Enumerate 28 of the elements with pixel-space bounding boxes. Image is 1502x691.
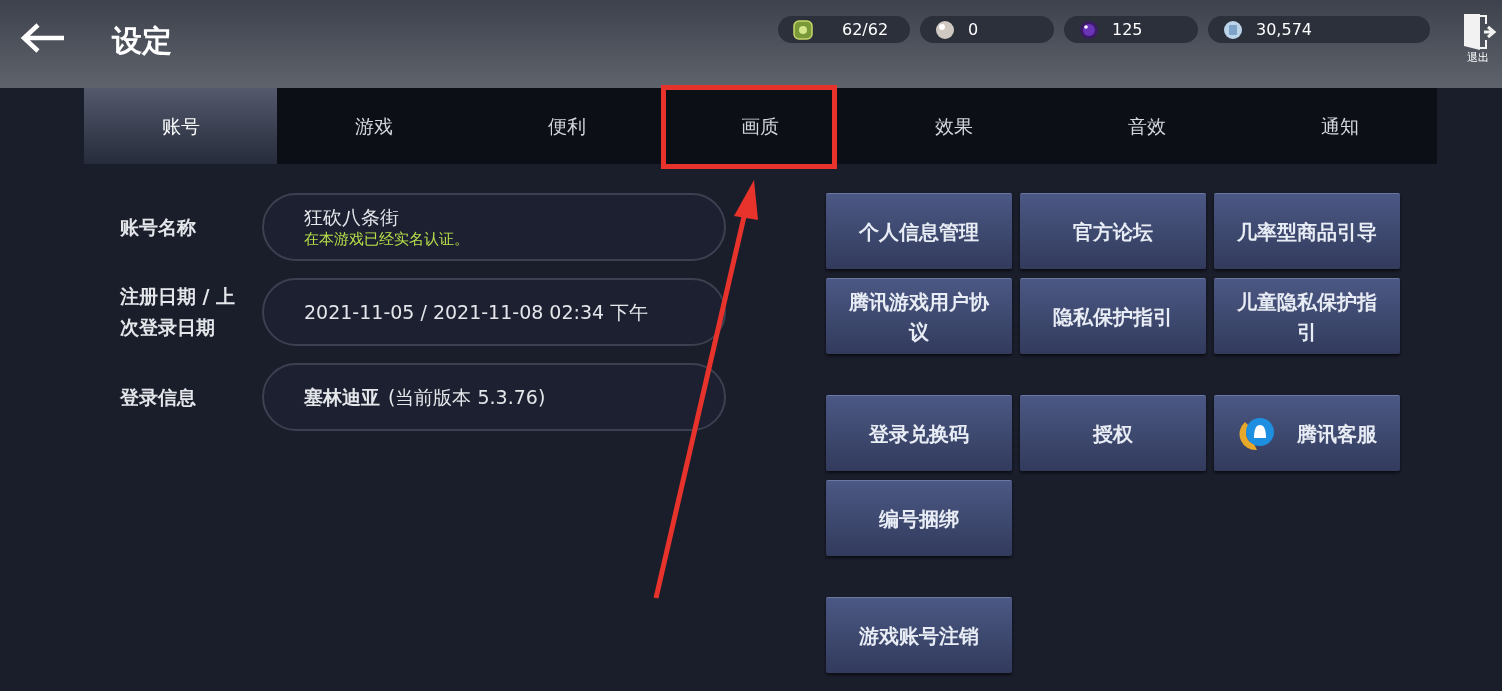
menu-button[interactable]: 官方论坛 [1020, 193, 1206, 269]
orb-icon [1078, 18, 1100, 41]
menu-button[interactable]: 腾讯游戏用户协议 [826, 278, 1012, 354]
menu-button[interactable]: 编号捆绑 [826, 480, 1012, 556]
currency-value: 30,574 [1256, 18, 1312, 41]
info-field: 狂砍八条街 在本游戏已经实名认证。 [262, 193, 726, 261]
currency-value: 125 [1112, 18, 1143, 41]
exit-button[interactable]: 退出 [1458, 12, 1498, 63]
back-icon[interactable] [20, 22, 66, 54]
info-field: 2021-11-05 / 2021-11-08 02:34 下午 [262, 278, 726, 346]
currency-value: 62/62 [842, 18, 889, 41]
menu-button[interactable]: 授权 [1020, 395, 1206, 471]
coin-icon [1222, 18, 1244, 41]
pearl-icon [934, 18, 956, 41]
service-button[interactable]: 腾讯客服 [1214, 395, 1400, 471]
field-label: 账号名称 [120, 214, 197, 240]
menu-button[interactable]: 个人信息管理 [826, 193, 1012, 269]
menu-button[interactable]: 几率型商品引导 [1214, 193, 1400, 269]
menu-button[interactable]: 儿童隐私保护指引 [1214, 278, 1400, 354]
field-label: 登录信息 [120, 384, 197, 410]
tab[interactable]: 账号 [84, 88, 278, 164]
page-title: 设定 [112, 22, 172, 60]
currency-value: 0 [968, 18, 979, 41]
info-field: 塞林迪亚 (当前版本 5.3.76) [262, 363, 726, 431]
menu-button[interactable]: 登录兑换码 [826, 395, 1012, 471]
field-label: 注册日期 / 上次登录日期 [120, 284, 237, 340]
menu-button[interactable]: 隐私保护指引 [1020, 278, 1206, 354]
menu-button[interactable]: 游戏账号注销 [826, 597, 1012, 673]
